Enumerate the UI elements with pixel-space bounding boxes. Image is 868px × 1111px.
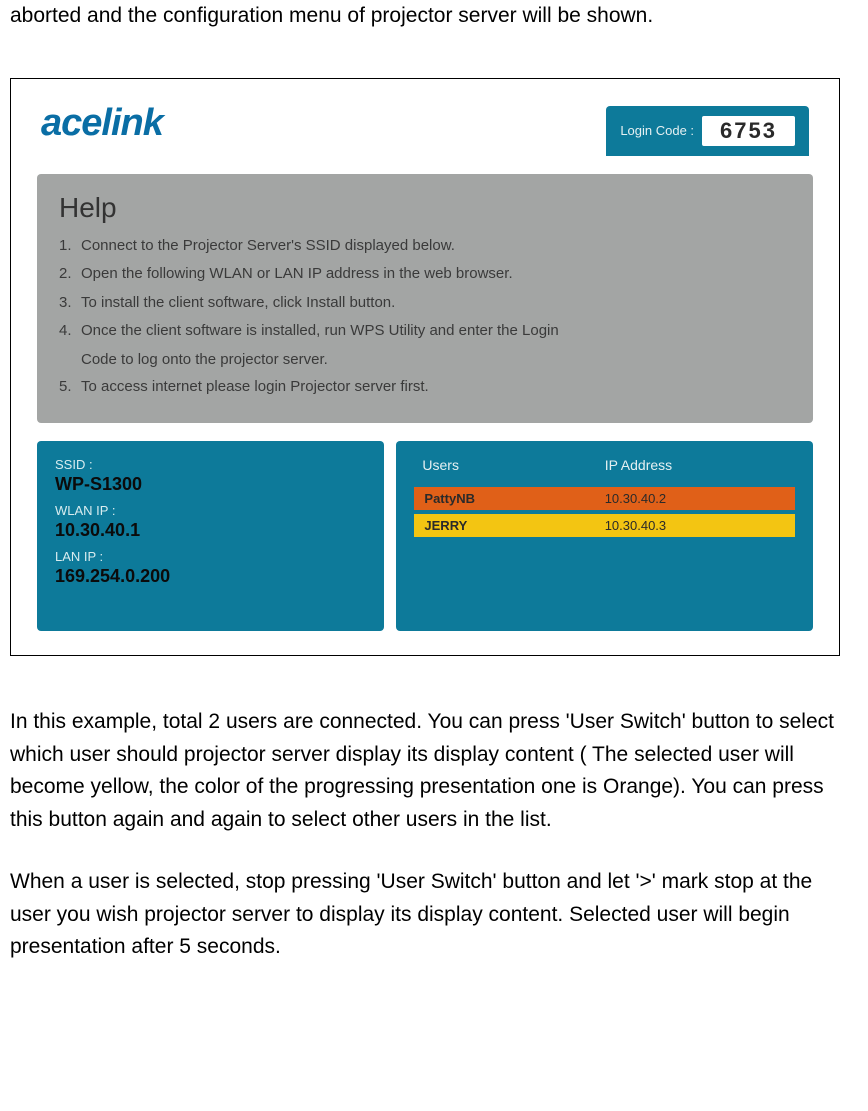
user-ip: 10.30.40.2 [605, 491, 785, 506]
help-text: Connect to the Projector Server's SSID d… [81, 232, 455, 261]
screenshot-header: acelink Login Code : 6753 [31, 97, 819, 156]
ssid-label: SSID : [55, 457, 366, 472]
help-text: Open the following WLAN or LAN IP addres… [81, 260, 513, 289]
doc-paragraph-2: When a user is selected, stop pressing '… [10, 866, 858, 964]
help-item: 4.Once the client software is installed,… [59, 317, 791, 346]
projector-server-screenshot: acelink Login Code : 6753 Help 1.Connect… [10, 78, 840, 657]
login-code-label: Login Code : [620, 123, 694, 138]
lan-ip-label: LAN IP : [55, 549, 366, 564]
user-name: PattyNB [424, 491, 604, 506]
wlan-ip-value: 10.30.40.1 [55, 520, 366, 541]
network-info-panel: SSID : WP-S1300 WLAN IP : 10.30.40.1 LAN… [37, 441, 384, 631]
ssid-value: WP-S1300 [55, 474, 366, 495]
user-row-presenting: PattyNB 10.30.40.2 [414, 487, 795, 510]
user-row-selected: JERRY 10.30.40.3 [414, 514, 795, 537]
bottom-info-row: SSID : WP-S1300 WLAN IP : 10.30.40.1 LAN… [37, 441, 813, 631]
login-code-value: 6753 [702, 116, 795, 146]
acelink-logo: acelink [41, 102, 163, 145]
wlan-ip-label: WLAN IP : [55, 503, 366, 518]
help-title: Help [59, 192, 791, 224]
help-item: 5.To access internet please login Projec… [59, 373, 791, 402]
login-code-box: Login Code : 6753 [606, 106, 809, 156]
doc-paragraph-1: In this example, total 2 users are conne… [10, 706, 858, 836]
users-table-header: Users IP Address [414, 457, 795, 473]
help-item: 2.Open the following WLAN or LAN IP addr… [59, 260, 791, 289]
user-ip: 10.30.40.3 [605, 518, 785, 533]
help-panel: Help 1.Connect to the Projector Server's… [37, 174, 813, 424]
help-text: To install the client software, click In… [81, 289, 395, 318]
help-item: 3.To install the client software, click … [59, 289, 791, 318]
user-name: JERRY [424, 518, 604, 533]
screenshot-inner: acelink Login Code : 6753 Help 1.Connect… [21, 89, 829, 646]
help-list: 1.Connect to the Projector Server's SSID… [59, 232, 791, 402]
doc-top-line: aborted and the configuration menu of pr… [10, 0, 858, 33]
ip-column-header: IP Address [605, 457, 787, 473]
help-item: 1.Connect to the Projector Server's SSID… [59, 232, 791, 261]
help-text: To access internet please login Projecto… [81, 373, 429, 402]
help-text: Once the client software is installed, r… [81, 317, 559, 346]
users-panel: Users IP Address PattyNB 10.30.40.2 JERR… [396, 441, 813, 631]
lan-ip-value: 169.254.0.200 [55, 566, 366, 587]
help-item-continuation: Code to log onto the projector server. [59, 346, 791, 373]
users-column-header: Users [422, 457, 604, 473]
